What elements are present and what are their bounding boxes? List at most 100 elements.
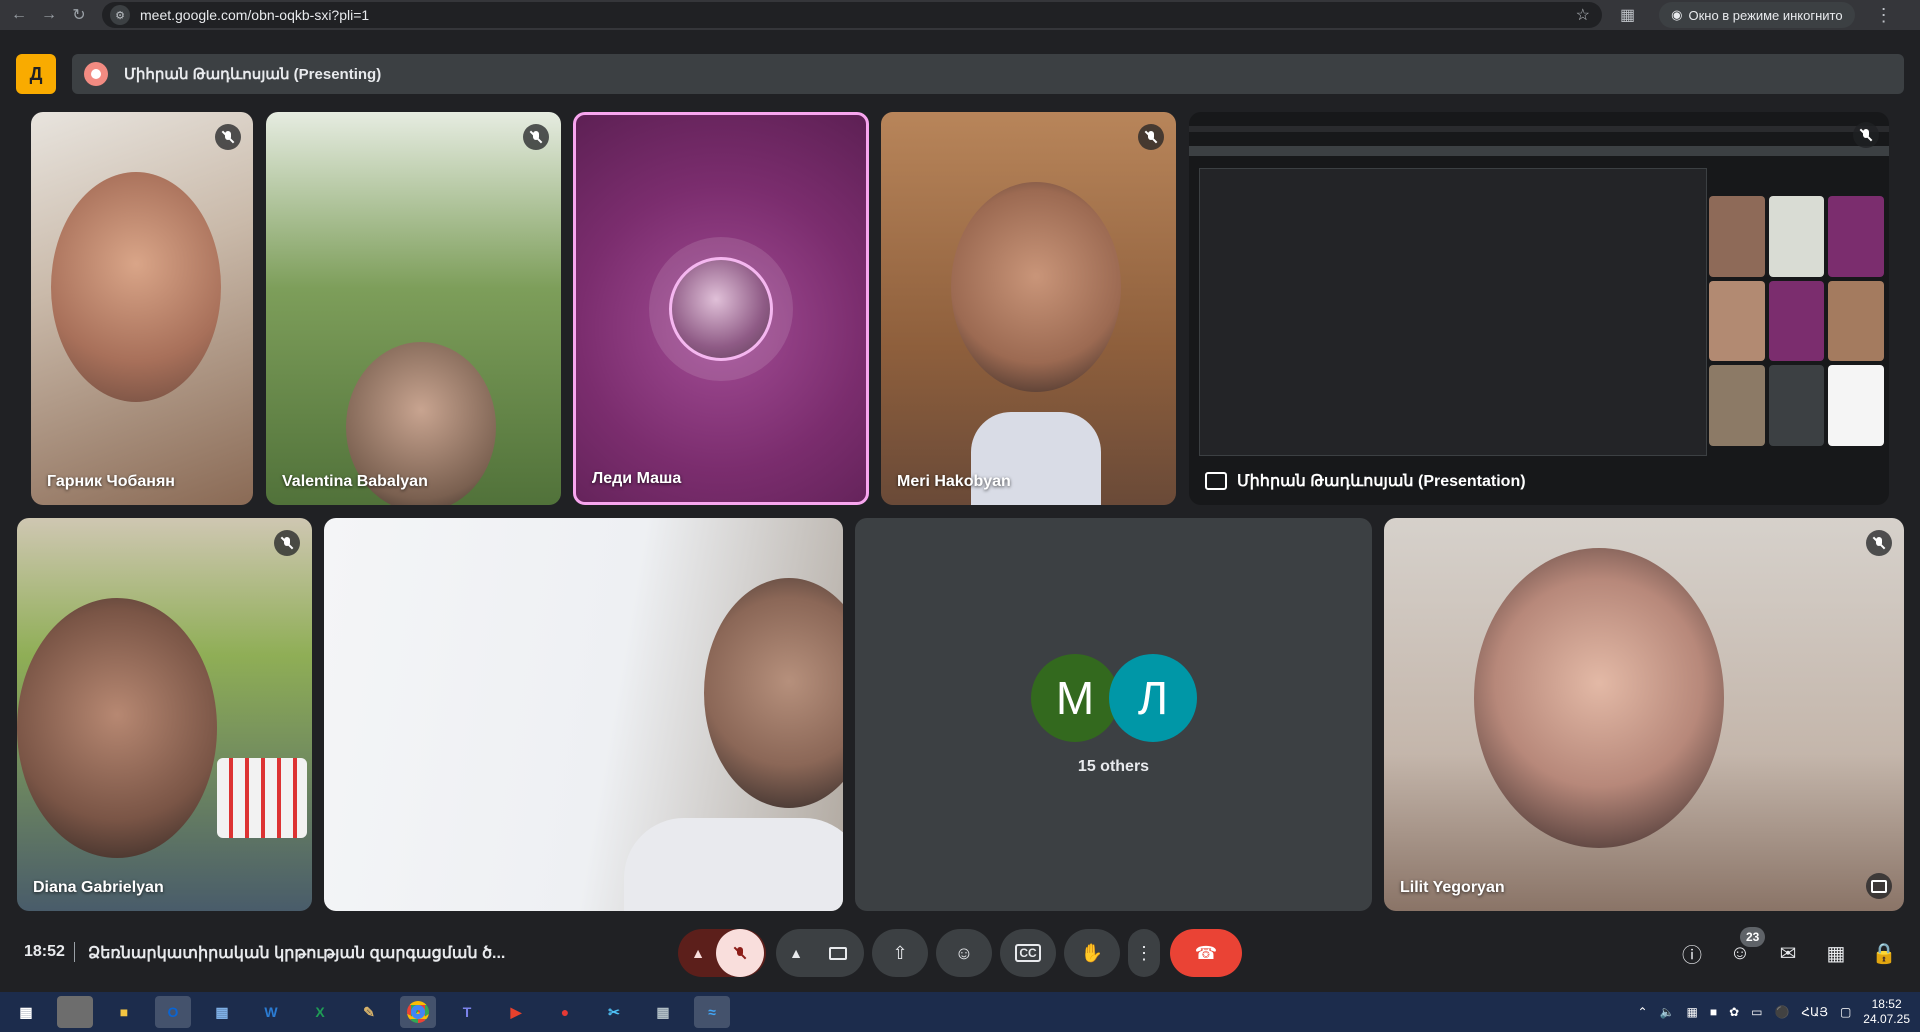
tray-app-icon[interactable]: ■ <box>1710 1005 1717 1019</box>
present-screen-icon: ⇧ <box>892 942 908 963</box>
calculator-icon[interactable]: ▦ <box>204 996 240 1028</box>
info-icon: ⓘ <box>1682 944 1702 967</box>
lock-person-icon: 🔒 <box>1871 942 1897 965</box>
mic-toggle-button[interactable] <box>716 929 764 977</box>
present-button[interactable]: ⇧ <box>872 929 928 977</box>
camera-options-button[interactable]: ▲ <box>778 945 814 961</box>
participant-name: Гарник Чобанян <box>47 473 175 490</box>
site-info-icon[interactable]: ⚙ <box>110 5 130 25</box>
outlook-icon[interactable]: O <box>155 996 191 1028</box>
incognito-badge[interactable]: ◉ Окно в режиме инкогнито <box>1659 2 1855 28</box>
participant-name: Valentina Babalyan <box>282 473 428 490</box>
presentation-label: Միհրան Թադևոսյան (Presentation) <box>1205 471 1526 491</box>
app-taskbar-icon[interactable]: ✎ <box>351 996 387 1028</box>
participant-name: Lilit Yegoryan <box>1400 879 1505 896</box>
participant-name: Леди Маша <box>592 470 682 487</box>
captions-button[interactable]: CC <box>1000 929 1056 977</box>
system-tray: ⌃ 🔈 ▦ ■ ✿ ▭ ⚫ ՀԱՅ ▢ 18:52 24.07.25 <box>1637 992 1910 1032</box>
chrome-icon[interactable] <box>400 996 436 1028</box>
speaker-icon[interactable]: 🔈 <box>1660 1005 1675 1019</box>
mic-off-icon <box>733 946 747 960</box>
teams-icon[interactable]: T <box>449 996 485 1028</box>
app-logo[interactable]: Д <box>16 54 56 94</box>
video-feed-shirt <box>624 818 843 911</box>
presentation-tile[interactable]: Միհրան Թադևոսյան (Presentation) <box>1189 112 1889 505</box>
tray-app-icon[interactable]: ▦ <box>1686 1005 1697 1019</box>
snipping-tool-icon[interactable]: ✂ <box>596 996 632 1028</box>
incognito-label: Окно в режиме инкогнито <box>1688 7 1843 23</box>
camera-toggle-button[interactable] <box>814 946 862 960</box>
app-taskbar-icon[interactable] <box>57 996 93 1028</box>
nested-toolbar <box>1189 126 1889 132</box>
picture-in-picture-icon[interactable] <box>1866 873 1892 899</box>
windows-start-icon[interactable]: ▦ <box>8 996 44 1028</box>
tray-clock[interactable]: 18:52 24.07.25 <box>1863 997 1910 1027</box>
app-taskbar-icon[interactable]: ▶ <box>498 996 534 1028</box>
incognito-icon: ◉ <box>1671 7 1683 22</box>
participant-tile[interactable]: Lilit Yegoryan <box>1384 518 1904 911</box>
participant-name: Diana Gabrielyan <box>33 879 164 896</box>
excel-icon[interactable]: X <box>302 996 338 1028</box>
participant-tile[interactable]: Meri Hakobyan <box>881 112 1176 505</box>
tray-date: 24.07.25 <box>1863 1012 1910 1026</box>
chevron-up-icon[interactable]: ⌃ <box>1637 1005 1647 1019</box>
chat-button[interactable]: ✉ <box>1774 939 1802 967</box>
presenting-banner[interactable]: Միհրան Թադևոսյան (Presenting) <box>72 54 1904 94</box>
hang-up-icon: ☎ <box>1194 942 1218 963</box>
host-controls-button[interactable]: 🔒 <box>1870 939 1898 967</box>
notification-icon[interactable]: ▢ <box>1840 1005 1851 1019</box>
network-icon[interactable]: ▭ <box>1751 1005 1762 1019</box>
bookmark-star-icon[interactable]: ☆ <box>1576 5 1590 25</box>
app-taskbar-icon[interactable]: ▦ <box>645 996 681 1028</box>
participant-tile-speaking[interactable]: Леди Маша <box>573 112 869 505</box>
meeting-title: Ձեռնարկատիրական կրթության զարգացման ծ... <box>88 945 506 962</box>
reload-icon[interactable]: ↻ <box>68 4 90 26</box>
word-icon[interactable]: W <box>253 996 289 1028</box>
mic-off-icon <box>1866 530 1892 556</box>
tray-app-icon[interactable]: ✿ <box>1729 1005 1739 1019</box>
extensions-icon[interactable]: ▦ <box>1620 5 1635 25</box>
reactions-button[interactable]: ☺ <box>936 929 992 977</box>
nested-tile-grid <box>1709 196 1884 446</box>
meeting-details-button[interactable]: ⓘ <box>1678 939 1706 967</box>
video-feed-shelf <box>217 758 307 838</box>
meeting-controls: 18:52 Ձեռնարկատիրական կրթության զարգացմա… <box>0 925 1920 981</box>
address-bar[interactable]: ⚙ meet.google.com/obn-oqkb-sxi?pli=1 ☆ <box>102 2 1602 28</box>
mic-options-button[interactable]: ▲ <box>680 945 716 961</box>
microphone-icon[interactable]: ⚫ <box>1774 1005 1789 1019</box>
participant-name: Միհրան Թադևոսյան (Presentation) <box>1237 473 1526 490</box>
captions-icon: CC <box>1015 944 1041 962</box>
participant-tile[interactable]: Valentina Babalyan <box>266 112 561 505</box>
people-count-badge: 23 <box>1740 927 1766 947</box>
forward-icon[interactable]: → <box>38 4 60 26</box>
leave-call-button[interactable]: ☎ <box>1170 929 1242 977</box>
more-options-button[interactable]: ⋮ <box>1128 929 1160 977</box>
raise-hand-button[interactable]: ✋ <box>1064 929 1120 977</box>
nested-screen-share <box>1199 168 1707 456</box>
participant-tile[interactable]: Гарник Чобанян <box>31 112 253 505</box>
mic-off-icon <box>1853 122 1879 148</box>
mic-off-icon <box>523 124 549 150</box>
presenter-icon <box>84 62 108 86</box>
hand-icon: ✋ <box>1080 942 1104 963</box>
present-screen-icon <box>1205 472 1227 490</box>
presenting-text: Միհրան Թադևոսյան (Presenting) <box>124 66 382 83</box>
participant-tile[interactable]: Diana Gabrielyan <box>17 518 312 911</box>
record-icon[interactable]: ● <box>547 996 583 1028</box>
others-tile[interactable]: M Л 15 others <box>855 518 1372 911</box>
participant-tile[interactable] <box>324 518 843 911</box>
mic-off-icon <box>1138 124 1164 150</box>
video-feed <box>951 182 1121 392</box>
language-indicator[interactable]: ՀԱՅ <box>1801 1005 1828 1019</box>
activities-button[interactable]: ▦ <box>1822 939 1850 967</box>
mic-control-group: ▲ <box>678 929 766 977</box>
browser-menu-icon[interactable]: ⋮ <box>1875 5 1893 26</box>
others-count: 15 others <box>1077 758 1150 775</box>
back-icon[interactable]: ← <box>8 4 30 26</box>
video-feed <box>704 578 843 808</box>
more-vert-icon: ⋮ <box>1135 942 1153 963</box>
file-explorer-icon[interactable]: ■ <box>106 996 142 1028</box>
url-text[interactable]: meet.google.com/obn-oqkb-sxi?pli=1 <box>140 7 369 23</box>
app-taskbar-icon[interactable]: ≈ <box>694 996 730 1028</box>
meeting-time: 18:52 <box>24 943 65 960</box>
